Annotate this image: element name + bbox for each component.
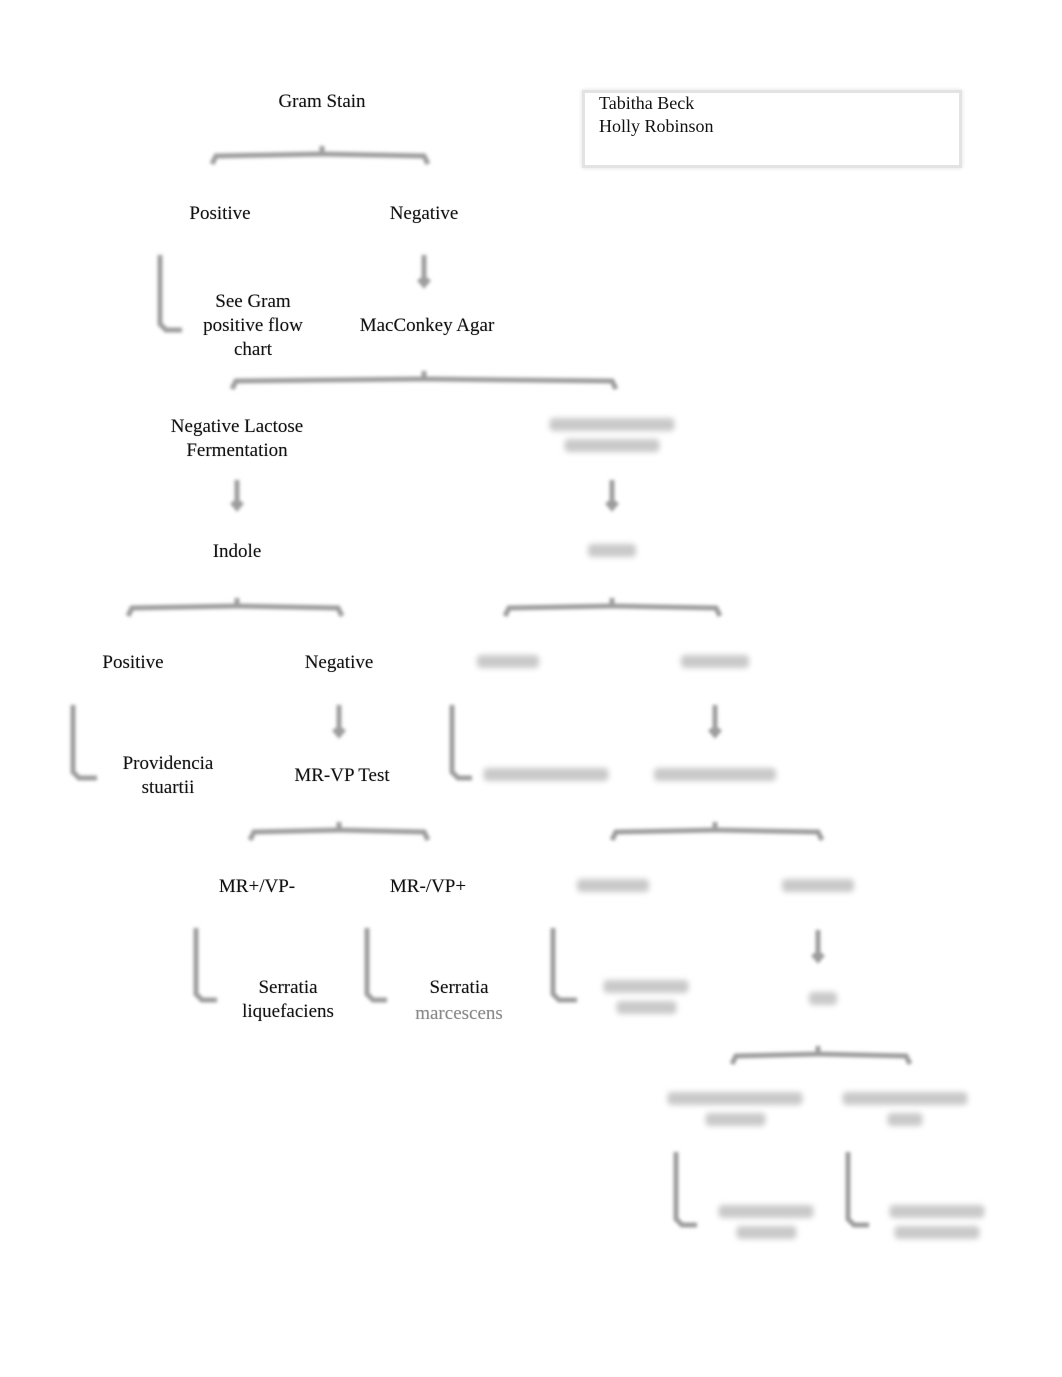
obscured-node (477, 651, 539, 676)
down-arrow-connector (417, 255, 431, 289)
obscured-node (654, 764, 776, 789)
node-label: Serratia (429, 977, 489, 998)
down-arrow-connector (605, 480, 619, 512)
node-serratia-liquefaciens: Serratia liquefaciens (242, 976, 334, 1024)
node-label: Positive (102, 652, 164, 673)
obscured-node (588, 540, 636, 565)
node-indole-positive: Positive (102, 651, 163, 675)
elbow-connector (449, 705, 472, 781)
elbow-connector (70, 705, 97, 781)
elbow-connector (364, 928, 387, 1003)
obscured-node (603, 976, 689, 1022)
node-label: Providencia (122, 753, 214, 774)
node-label: positive flow (203, 315, 303, 336)
down-arrow-connector (332, 705, 346, 739)
elbow-connector (157, 255, 182, 333)
node-label: chart (234, 339, 272, 360)
node-label: Indole (212, 541, 262, 562)
node-label: Positive (189, 203, 251, 224)
node-label: Negative Lactose (170, 416, 304, 437)
branch-connector (609, 822, 825, 842)
author-name: Tabitha Beck (599, 93, 695, 113)
down-arrow-connector (230, 480, 244, 512)
branch-connector (502, 598, 723, 618)
node-see-gram-positive: See Gram positive flow chart (203, 290, 303, 362)
node-label: Gram Stain (278, 91, 366, 112)
obscured-node (809, 988, 837, 1013)
node-indole-negative: Negative (305, 651, 374, 675)
branch-connector (729, 1046, 913, 1066)
obscured-node (667, 1088, 803, 1134)
obscured-node (549, 414, 675, 460)
node-label: Negative (389, 203, 459, 224)
node-gram-negative: Negative (390, 202, 459, 226)
branch-connector (247, 822, 431, 842)
branch-connector (209, 146, 431, 166)
elbow-connector (550, 928, 577, 1003)
node-label: Negative (304, 652, 374, 673)
obscured-node (889, 1201, 985, 1247)
obscured-node (842, 1088, 968, 1134)
elbow-connector (845, 1152, 869, 1228)
node-label: stuartii (141, 777, 195, 798)
node-label: Fermentation (186, 440, 288, 461)
node-serratia-marcescens: Serratia marcescens (415, 976, 503, 1026)
flowchart-connectors (70, 146, 913, 1228)
node-mr-neg-vp-pos: MR-/VP+ (390, 875, 466, 899)
node-providencia: Providencia stuartii (123, 752, 214, 800)
node-label: MR+/VP- (218, 876, 296, 897)
node-label: Serratia (258, 977, 318, 998)
node-negative-lactose: Negative Lactose Fermentation (171, 415, 303, 463)
down-arrow-connector (811, 930, 825, 964)
branch-connector (229, 371, 619, 391)
node-label: MacConkey Agar (359, 315, 495, 336)
author-box: Tabitha Beck Holly Robinson (582, 90, 962, 168)
elbow-connector (193, 928, 217, 1003)
author-name: Holly Robinson (599, 116, 714, 136)
node-label: MR-/VP+ (389, 876, 467, 897)
node-label: See Gram (215, 291, 291, 312)
node-label: marcescens (415, 1003, 503, 1024)
node-label: liquefaciens (242, 1001, 334, 1022)
elbow-connector (673, 1152, 697, 1228)
obscured-node (782, 875, 854, 900)
obscured-node (718, 1201, 814, 1247)
obscured-node (681, 651, 749, 676)
node-gram-positive: Positive (189, 202, 250, 226)
node-indole: Indole (213, 540, 262, 564)
branch-connector (125, 598, 345, 618)
node-gram-stain: Gram Stain (278, 90, 365, 114)
node-label: MR-VP Test (294, 765, 390, 786)
node-macconkey: MacConkey Agar (360, 314, 495, 338)
node-mrvp-test: MR-VP Test (294, 764, 389, 788)
obscured-node (483, 764, 609, 789)
obscured-node (577, 875, 649, 900)
down-arrow-connector (708, 705, 722, 739)
node-mr-pos-vp-neg: MR+/VP- (219, 875, 295, 899)
